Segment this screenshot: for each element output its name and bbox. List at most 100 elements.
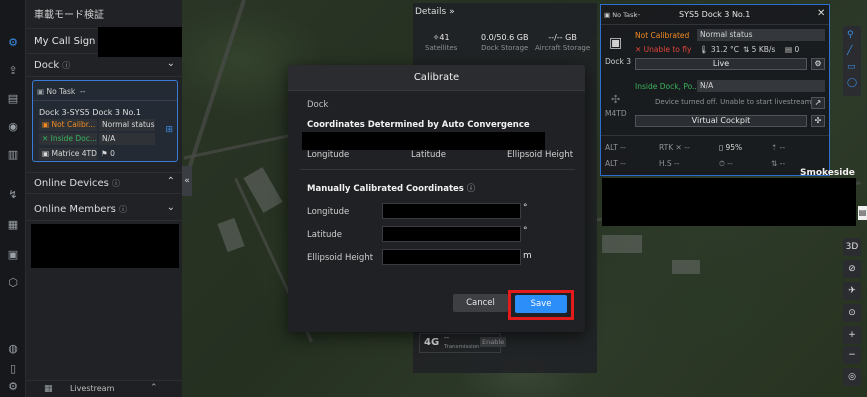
inside-dock-status: Inside Dock, Po...: [635, 82, 700, 91]
ellipsoid-height-input[interactable]: [382, 249, 521, 265]
icon-rail: ⚙ ⇪ ▤ ◉ ▥ ↯ ▦ ▣ ⬡ ◍ ▯ ⚙: [0, 0, 26, 397]
livestream-bar[interactable]: ▦ Livestream ⌃: [26, 380, 182, 397]
powered-off-message: Device turned off. Unable to start lives…: [655, 98, 812, 106]
gallery-icon[interactable]: ▣: [6, 248, 20, 262]
info-icon: ⓘ: [112, 179, 121, 188]
dock-detail-panel: ▣ No Task -- SYS5 Dock 3 No.1 ✕ ▣ Dock 3…: [600, 4, 830, 176]
auto-convergence-heading: Coordinates Determined by Auto Convergen…: [307, 120, 530, 130]
dock-section-header[interactable]: Dock ⓘ ⌄: [26, 55, 182, 77]
expand-icon[interactable]: ⌃: [150, 383, 158, 393]
dock-icon: ▣: [609, 35, 623, 51]
warning-icon[interactable]: ⊘: [843, 260, 861, 278]
vs-readout: ⇅ --: [771, 159, 786, 168]
route-icon[interactable]: ↯: [6, 188, 20, 202]
inside-dock-value: N/A: [697, 80, 825, 92]
aircraft-icon: ✣: [611, 93, 621, 106]
battery-readout: ▯ 95%: [719, 143, 743, 152]
manual-coordinates-heading: Manually Calibrated Coordinates ⓘ: [307, 184, 476, 194]
task-tag: ▣ No Task --: [37, 87, 86, 96]
close-icon[interactable]: ✕: [817, 8, 825, 19]
zoom-out-button[interactable]: −: [843, 346, 861, 364]
media-icon[interactable]: ▤: [6, 92, 20, 106]
alt-readout-2: ALT --: [605, 159, 626, 168]
settings-icon[interactable]: ⚙: [811, 58, 825, 70]
call-sign-row[interactable]: My Call Sign: [26, 27, 182, 57]
model-icon[interactable]: ⬡: [6, 276, 20, 290]
longitude-label: Longitude: [307, 207, 350, 217]
longitude-unit: °: [523, 203, 528, 213]
network-box: 4G -- Transmission Enable: [419, 333, 507, 353]
pilot-icon[interactable]: ◉: [6, 120, 20, 134]
aircraft-label: M4TD: [605, 109, 627, 118]
document-icon[interactable]: ▯: [6, 362, 20, 376]
hs-readout: H.S --: [659, 159, 680, 168]
info-icon: ⓘ: [466, 184, 476, 194]
dock-label: Dock: [307, 100, 329, 110]
temperature: 🌡 31.2 °C: [699, 45, 739, 54]
dock-status: Normal status: [99, 119, 155, 131]
call-sign-value-redacted: [98, 27, 182, 57]
chevron-down-icon[interactable]: ⌄: [167, 202, 175, 213]
airplane-icon[interactable]: ✈: [843, 282, 861, 300]
dock-label: Dock 3: [605, 57, 631, 66]
details-title[interactable]: Details »: [415, 7, 455, 17]
device-icon[interactable]: ▥: [6, 148, 20, 162]
share-icon[interactable]: ↗: [811, 97, 825, 109]
aircraft-row: ▣ Matrice 4TD ⚑ 0: [39, 148, 155, 160]
save-button-highlight: Save: [508, 290, 574, 320]
ellipsoid-height-label: Ellipsoid Height: [307, 253, 374, 263]
latitude-input[interactable]: [382, 226, 521, 242]
team-icon[interactable]: ⚙: [6, 36, 20, 50]
dock-location-row: ✕ Inside Doc... N/A: [39, 133, 155, 145]
globe-icon[interactable]: ◍: [6, 342, 20, 356]
online-members-header[interactable]: Online Members ⓘ ⌄: [26, 199, 182, 221]
network-speed: ⇅ 5 KB/s: [743, 45, 776, 54]
dock-location: ✕ Inside Doc...: [39, 133, 97, 145]
grid-icon[interactable]: ⊞: [165, 125, 173, 135]
pin-icon[interactable]: ⚲: [847, 30, 854, 40]
members-list-redacted: [31, 224, 179, 268]
calibration-status: Not Calibrated: [635, 31, 690, 40]
compass-icon[interactable]: ◎: [843, 368, 861, 386]
info-icon: ⓘ: [62, 61, 71, 70]
signal-readout: ⇡ --: [771, 143, 786, 152]
longitude-input[interactable]: [382, 203, 521, 219]
ellipsoid-height-unit: m: [523, 251, 532, 261]
comment-icon[interactable]: ▤: [858, 206, 867, 220]
layout-icon[interactable]: ▦: [44, 384, 53, 394]
three-d-button[interactable]: 3D: [843, 238, 861, 256]
map-place-label: Smokeside: [800, 168, 855, 178]
online-devices-header[interactable]: Online Devices ⓘ ⌃: [26, 172, 182, 194]
info-icon: ⓘ: [118, 205, 127, 214]
chevron-down-icon[interactable]: ⌄: [167, 58, 175, 69]
live-button[interactable]: Live: [635, 58, 807, 70]
circle-icon[interactable]: ◯: [847, 78, 857, 88]
calibrate-dialog: Calibrate Dock Coordinates Determined by…: [288, 65, 585, 332]
dock-status: Normal status: [697, 29, 825, 41]
dock-name: Dock 3-SYS5 Dock 3 No.1: [39, 108, 141, 117]
dialog-title: Calibrate: [413, 72, 460, 83]
zoom-in-button[interactable]: +: [843, 326, 861, 344]
virtual-cockpit-button[interactable]: Virtual Cockpit: [635, 115, 807, 127]
stat-dock-storage: 0.0/50.6 GB Dock Storage: [481, 33, 529, 52]
locate-icon[interactable]: ⊙: [843, 304, 861, 322]
project-panel: 車載モード検証 My Call Sign Dock ⓘ ⌄ ▣ No Task …: [26, 0, 182, 397]
upload-icon[interactable]: ⇪: [6, 64, 20, 78]
dock-title: SYS5 Dock 3 No.1: [679, 10, 751, 19]
settings-icon[interactable]: ⚙: [6, 380, 20, 394]
calendar-icon[interactable]: ▦: [6, 218, 20, 232]
drone-icon[interactable]: ✣: [811, 115, 825, 127]
dock-card[interactable]: ▣ No Task -- Dock 3-SYS5 Dock 3 No.1 ▣ N…: [32, 80, 178, 162]
aircraft-model: ▣ Matrice 4TD: [39, 148, 97, 160]
signal-indicator: ⚑ 0: [101, 149, 115, 158]
alt-readout: ALT --: [605, 143, 626, 152]
collapse-panel-handle[interactable]: «: [182, 166, 192, 196]
line-icon[interactable]: ╱: [847, 46, 852, 56]
polygon-icon[interactable]: ▭: [847, 62, 856, 72]
calibration-status: ▣ Not Calibr...: [39, 119, 97, 131]
cancel-button[interactable]: Cancel: [453, 294, 508, 312]
dock-status-row: ▣ Not Calibr... Normal status: [39, 119, 155, 131]
save-button[interactable]: Save: [515, 295, 567, 313]
livestream-label[interactable]: Livestream: [70, 384, 114, 393]
chevron-up-icon[interactable]: ⌃: [167, 176, 175, 187]
